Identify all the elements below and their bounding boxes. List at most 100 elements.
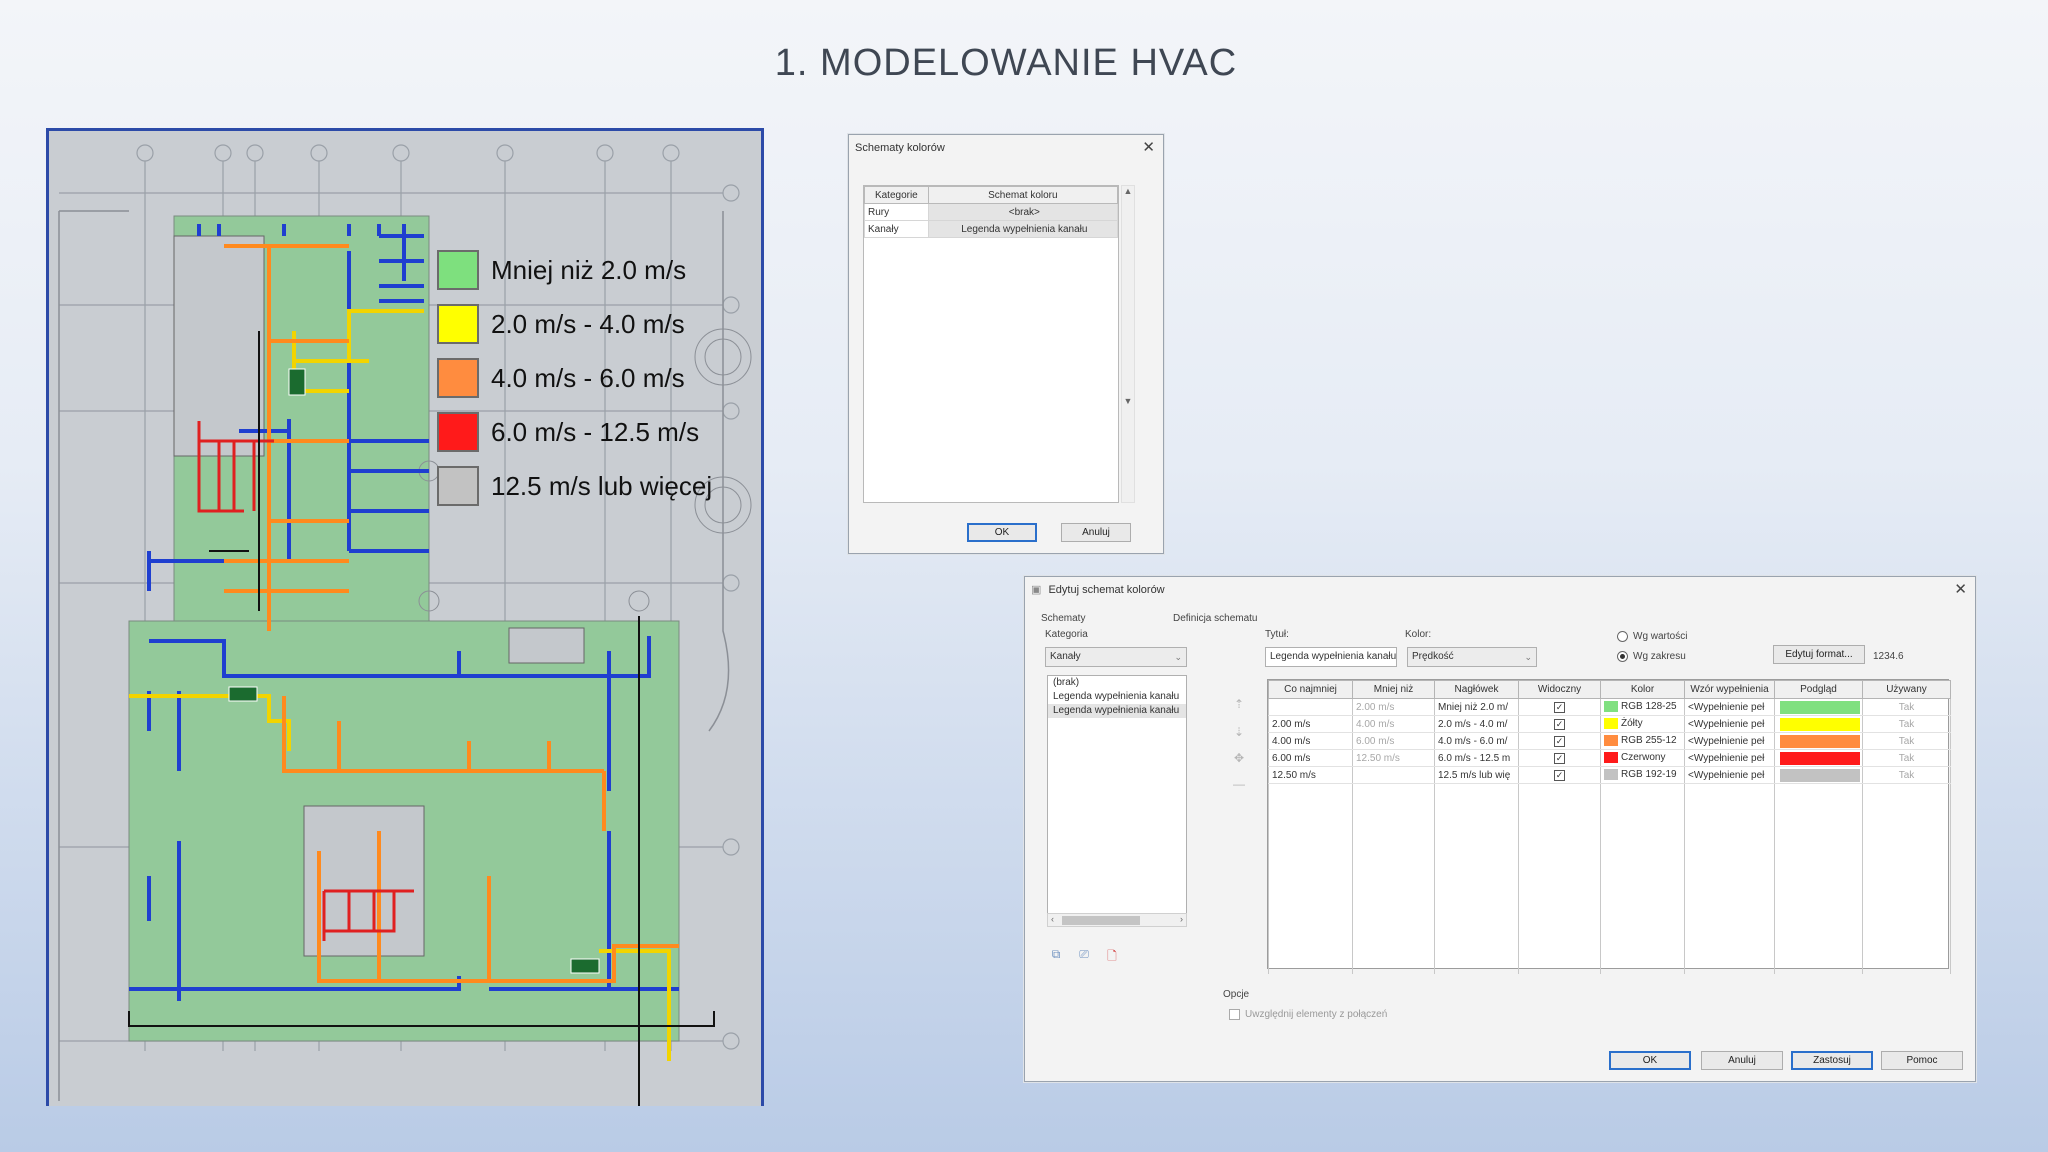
less-than-cell[interactable]: 2.00 m/s: [1352, 698, 1435, 716]
at-least-cell[interactable]: 12.50 m/s: [1268, 766, 1353, 784]
category-dropdown[interactable]: Kanały ⌄: [1045, 647, 1187, 667]
header-cell[interactable]: 6.0 m/s - 12.5 m: [1434, 749, 1519, 767]
column-header[interactable]: Nagłówek: [1434, 680, 1519, 699]
table-row[interactable]: Rury <brak>: [864, 203, 1119, 221]
column-header[interactable]: Co najmniej: [1268, 680, 1353, 699]
at-least-cell[interactable]: 6.00 m/s: [1268, 749, 1353, 767]
color-value: Prędkość: [1412, 651, 1454, 662]
legend-row: 6.0 m/s - 12.5 m/s: [437, 405, 712, 459]
at-least-cell[interactable]: 2.00 m/s: [1268, 715, 1353, 733]
empty-table-area: [1268, 783, 1951, 974]
less-than-cell[interactable]: [1352, 766, 1435, 784]
close-icon[interactable]: ✕: [1954, 577, 1967, 603]
column-header[interactable]: Mniej niż: [1352, 680, 1435, 699]
close-icon[interactable]: ✕: [1142, 135, 1155, 161]
table-row[interactable]: 4.00 m/s 6.00 m/s 4.0 m/s - 6.0 m/ ✓ RGB…: [1268, 732, 1951, 750]
legend-label: 12.5 m/s lub więcej: [491, 470, 713, 501]
visible-cell[interactable]: ✓: [1518, 749, 1601, 767]
by-value-radio[interactable]: [1617, 631, 1628, 642]
list-item[interactable]: Legenda wypełnienia kanału: [1048, 704, 1186, 718]
visible-checkbox[interactable]: ✓: [1554, 769, 1565, 781]
rename-icon[interactable]: ⎚: [1075, 947, 1093, 963]
header-cell[interactable]: 12.5 m/s lub wię: [1434, 766, 1519, 784]
header-cell[interactable]: 4.0 m/s - 6.0 m/: [1434, 732, 1519, 750]
column-header[interactable]: Używany: [1862, 680, 1951, 699]
column-header[interactable]: Kategorie: [864, 186, 929, 204]
fill-pattern-cell[interactable]: <Wypełnienie peł: [1684, 698, 1775, 716]
delete-icon[interactable]: 🗋: [1103, 947, 1121, 963]
color-dropdown[interactable]: Prędkość ⌄: [1407, 647, 1537, 667]
category-cell[interactable]: Rury: [864, 203, 929, 221]
dialog-title-bar: ▣ Edytuj schemat kolorów ✕: [1025, 577, 1975, 603]
remove-row-icon[interactable]: —: [1231, 777, 1247, 791]
color-cell[interactable]: Żółty: [1600, 715, 1685, 733]
column-header[interactable]: Kolor: [1600, 680, 1685, 699]
header-cell[interactable]: Mniej niż 2.0 m/: [1434, 698, 1519, 716]
legend-swatch: [437, 412, 479, 452]
preview-cell: [1774, 715, 1863, 733]
at-least-cell[interactable]: [1268, 698, 1353, 716]
cancel-button[interactable]: Anuluj: [1061, 523, 1131, 542]
column-header[interactable]: Schemat koloru: [927, 186, 1119, 204]
table-row[interactable]: 2.00 m/s 4.00 m/s 2.0 m/s - 4.0 m/ ✓ Żół…: [1268, 715, 1951, 733]
by-range-label: Wg zakresu: [1633, 651, 1686, 662]
by-range-radio[interactable]: [1617, 651, 1628, 662]
column-header[interactable]: Podgląd: [1774, 680, 1863, 699]
ok-button[interactable]: OK: [967, 523, 1037, 542]
visible-checkbox[interactable]: ✓: [1554, 735, 1565, 747]
title-input[interactable]: Legenda wypełnienia kanału: [1265, 647, 1397, 667]
insert-row-below-icon[interactable]: ⇣: [1231, 725, 1247, 739]
visible-cell[interactable]: ✓: [1518, 732, 1601, 750]
fill-pattern-cell[interactable]: <Wypełnienie peł: [1684, 732, 1775, 750]
include-links-label: Uwzględnij elementy z połączeń: [1245, 1009, 1388, 1020]
help-button[interactable]: Pomoc: [1881, 1051, 1963, 1070]
ok-button[interactable]: OK: [1609, 1051, 1691, 1070]
fill-pattern-cell[interactable]: <Wypełnienie peł: [1684, 766, 1775, 784]
scheme-cell[interactable]: <brak>: [927, 203, 1119, 221]
header-cell[interactable]: 2.0 m/s - 4.0 m/: [1434, 715, 1519, 733]
edit-format-button[interactable]: Edytuj format...: [1773, 645, 1865, 664]
title-label: Tytuł:: [1265, 629, 1289, 640]
table-row[interactable]: Kanały Legenda wypełnienia kanału: [864, 220, 1119, 238]
fill-pattern-cell[interactable]: <Wypełnienie peł: [1684, 749, 1775, 767]
table-row[interactable]: 6.00 m/s 12.50 m/s 6.0 m/s - 12.5 m ✓ Cz…: [1268, 749, 1951, 767]
scheme-definition-table: Co najmniej Mniej niż Nagłówek Widoczny …: [1267, 679, 1951, 974]
column-header[interactable]: Widoczny: [1518, 680, 1601, 699]
visible-checkbox[interactable]: ✓: [1554, 701, 1565, 713]
apply-button[interactable]: Zastosuj: [1791, 1051, 1873, 1070]
column-header[interactable]: Wzór wypełnienia: [1684, 680, 1775, 699]
chevron-down-icon: ⌄: [1174, 652, 1182, 662]
table-row[interactable]: 12.50 m/s 12.5 m/s lub wię ✓ RGB 192-19 …: [1268, 766, 1951, 784]
dialog-title-bar: Schematy kolorów ✕: [849, 135, 1163, 161]
hvac-floor-plan: Mniej niż 2.0 m/s 2.0 m/s - 4.0 m/s 4.0 …: [46, 128, 764, 1106]
list-item[interactable]: Legenda wypełnienia kanału: [1048, 690, 1186, 704]
insert-row-above-icon[interactable]: ⇡: [1231, 697, 1247, 711]
scheme-cell[interactable]: Legenda wypełnienia kanału: [927, 220, 1119, 238]
scheme-list: (brak) Legenda wypełnienia kanału Legend…: [1047, 675, 1187, 927]
table-row[interactable]: 2.00 m/s Mniej niż 2.0 m/ ✓ RGB 128-25 <…: [1268, 698, 1951, 716]
color-cell[interactable]: RGB 128-25: [1600, 698, 1685, 716]
visible-cell[interactable]: ✓: [1518, 715, 1601, 733]
list-item[interactable]: (brak): [1048, 676, 1186, 690]
scrollbar-thumb[interactable]: [1062, 916, 1140, 925]
category-cell[interactable]: Kanały: [864, 220, 929, 238]
color-cell[interactable]: RGB 255-12: [1600, 732, 1685, 750]
include-links-checkbox[interactable]: [1229, 1009, 1240, 1020]
at-least-cell[interactable]: 4.00 m/s: [1268, 732, 1353, 750]
less-than-cell[interactable]: 4.00 m/s: [1352, 715, 1435, 733]
color-cell[interactable]: Czerwony: [1600, 749, 1685, 767]
visible-cell[interactable]: ✓: [1518, 766, 1601, 784]
fill-pattern-cell[interactable]: <Wypełnienie peł: [1684, 715, 1775, 733]
horizontal-scrollbar[interactable]: ‹ ›: [1047, 913, 1187, 927]
legend-row: 2.0 m/s - 4.0 m/s: [437, 297, 712, 351]
color-cell[interactable]: RGB 192-19: [1600, 766, 1685, 784]
vertical-scrollbar[interactable]: ▲ ▼: [1121, 185, 1135, 503]
less-than-cell[interactable]: 6.00 m/s: [1352, 732, 1435, 750]
visible-cell[interactable]: ✓: [1518, 698, 1601, 716]
visible-checkbox[interactable]: ✓: [1554, 718, 1565, 730]
less-than-cell[interactable]: 12.50 m/s: [1352, 749, 1435, 767]
cancel-button[interactable]: Anuluj: [1701, 1051, 1783, 1070]
add-row-icon[interactable]: ✥: [1231, 751, 1247, 765]
visible-checkbox[interactable]: ✓: [1554, 752, 1565, 764]
duplicate-icon[interactable]: ⧉: [1047, 947, 1065, 963]
